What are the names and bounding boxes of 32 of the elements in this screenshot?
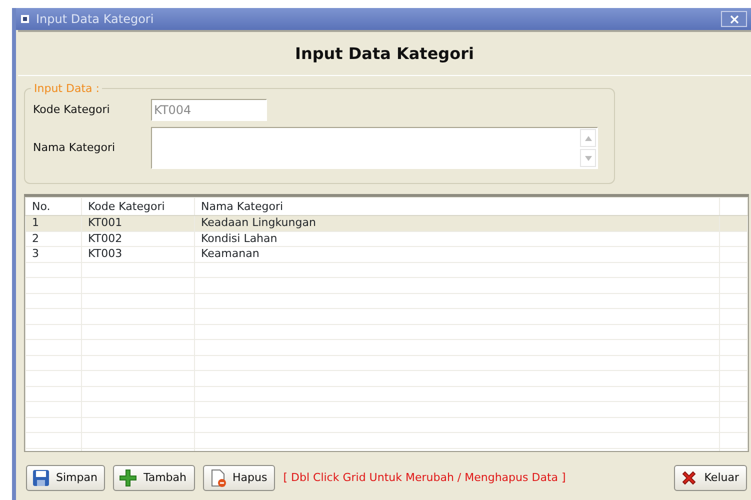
table-cell: Kondisi Lahan: [194, 231, 720, 246]
column-header[interactable]: Nama Kategori: [194, 198, 720, 216]
add-button[interactable]: Tambah: [113, 465, 195, 491]
window-title: Input Data Kategori: [36, 11, 154, 28]
up-arrow-icon: [584, 136, 592, 140]
table-cell: KT001: [82, 216, 194, 231]
close-icon: [730, 14, 738, 24]
field-label: Kode Kategori: [33, 102, 111, 118]
window-icon: [20, 14, 30, 24]
column-header[interactable]: Kode Kategori: [82, 198, 194, 216]
column-header[interactable]: No.: [26, 198, 82, 216]
group-legend: Input Data :: [31, 81, 102, 98]
table-cell: KT002: [82, 231, 194, 246]
form-heading: Input Data Kategori: [294, 42, 474, 64]
table-cell: Keamanan: [194, 246, 720, 262]
exit-button[interactable]: Keluar: [674, 465, 747, 491]
scrollbar[interactable]: [579, 128, 597, 168]
name-field[interactable]: [151, 127, 598, 169]
close-button[interactable]: [721, 11, 747, 27]
table-cell: 3: [26, 246, 82, 262]
save-button[interactable]: Simpan: [26, 465, 106, 491]
hint-text: [ Dbl Click Grid Untuk Merubah / Menghapus Data ]: [283, 470, 566, 486]
table-cell: 2: [26, 231, 82, 246]
table-cell: 1: [26, 216, 82, 231]
delete-button[interactable]: Hapus: [202, 465, 276, 491]
document-delete-icon: [208, 469, 227, 487]
table-cell: KT003: [82, 246, 194, 262]
down-arrow-icon: [584, 156, 592, 160]
table-cell: Keadaan Lingkungan: [194, 216, 720, 231]
field-label: Nama Kategori: [33, 140, 116, 156]
plus-icon: [119, 469, 138, 487]
cross-icon: [680, 469, 698, 487]
